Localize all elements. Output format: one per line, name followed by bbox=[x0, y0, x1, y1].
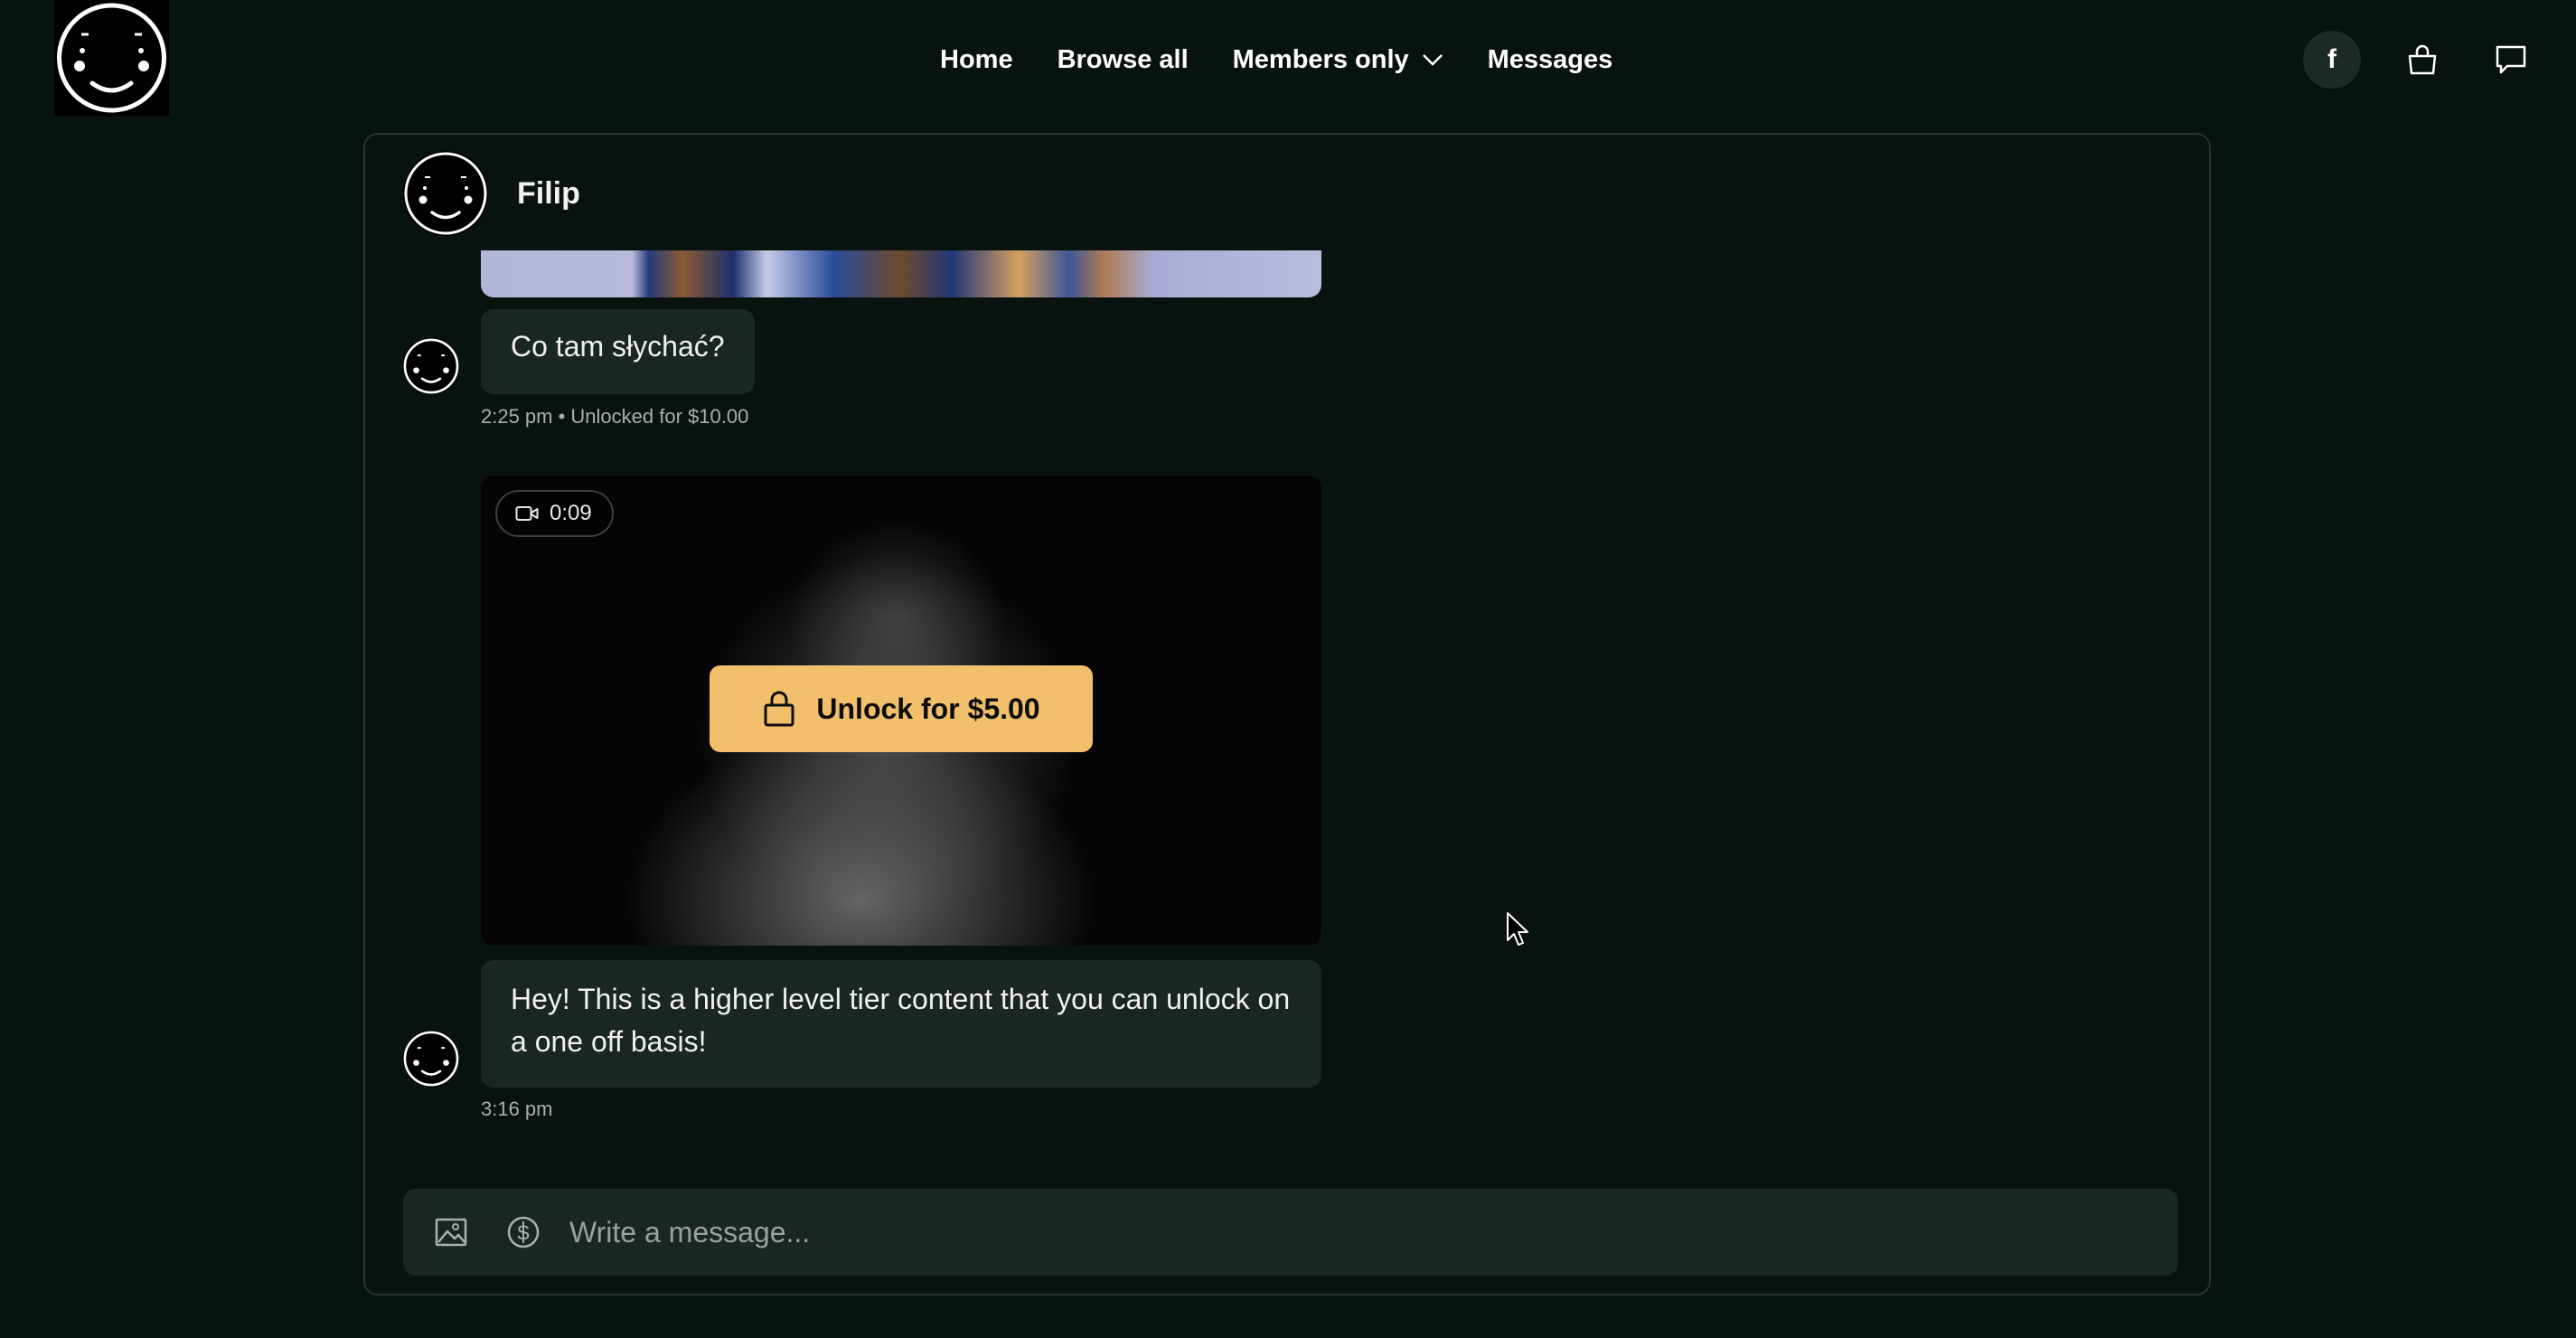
nav-members-only[interactable]: Members only bbox=[1233, 45, 1443, 75]
message-text: Co tam słychać? bbox=[511, 330, 725, 363]
nav-browse-all-label: Browse all bbox=[1057, 44, 1189, 74]
video-duration: 0:09 bbox=[550, 501, 592, 525]
chat-panel: Filip Co tam słychać? 2:25 pm • Unlocked… bbox=[363, 133, 2211, 1296]
message-bubble: Co tam słychać? bbox=[481, 309, 755, 394]
brand-logo[interactable] bbox=[54, 0, 169, 116]
lock-icon bbox=[764, 691, 794, 727]
sender-avatar[interactable] bbox=[403, 338, 459, 394]
chevron-down-icon bbox=[1422, 54, 1443, 66]
mouse-cursor-icon bbox=[1507, 912, 1528, 946]
facebook-icon[interactable]: f bbox=[2303, 31, 2361, 89]
video-camera-icon bbox=[515, 506, 539, 521]
image-upload-icon[interactable] bbox=[434, 1215, 468, 1249]
locked-video-message[interactable]: 0:09 Unlock for $5.00 bbox=[481, 476, 1321, 946]
unlock-button-label: Unlock for $5.00 bbox=[816, 692, 1040, 725]
chat-header: Filip bbox=[403, 151, 580, 236]
contact-name: Filip bbox=[517, 175, 580, 211]
nav-browse-all[interactable]: Browse all bbox=[1058, 45, 1189, 75]
smiley-avatar-icon bbox=[403, 1031, 459, 1087]
message-text: Hey! This is a higher level tier content… bbox=[511, 983, 1291, 1058]
video-duration-badge: 0:09 bbox=[495, 490, 614, 537]
nav-members-only-label: Members only bbox=[1232, 44, 1409, 74]
header-actions: f bbox=[2303, 31, 2538, 89]
chat-icon[interactable] bbox=[2484, 31, 2538, 89]
unlock-button[interactable]: Unlock for $5.00 bbox=[710, 665, 1093, 752]
contact-avatar[interactable] bbox=[403, 151, 488, 236]
main-nav: Home Browse all Members only Messages bbox=[940, 36, 1612, 83]
smiley-avatar-icon bbox=[404, 152, 487, 235]
message-composer: S bbox=[403, 1189, 2178, 1276]
message-bubble: Hey! This is a higher level tier content… bbox=[481, 960, 1321, 1088]
smiley-avatar-icon bbox=[403, 338, 459, 394]
message-input[interactable] bbox=[568, 1214, 2151, 1250]
nav-messages-label: Messages bbox=[1487, 44, 1613, 74]
nav-home-label: Home bbox=[940, 44, 1013, 74]
dollar-icon[interactable]: S bbox=[506, 1215, 541, 1249]
shopping-bag-icon[interactable] bbox=[2395, 31, 2449, 89]
message-meta: 2:25 pm • Unlocked for $10.00 bbox=[481, 405, 749, 428]
image-message-thumbnail[interactable] bbox=[481, 250, 1321, 297]
smiley-logo-icon bbox=[57, 3, 166, 113]
nav-messages[interactable]: Messages bbox=[1488, 45, 1613, 75]
message-meta: 3:16 pm bbox=[481, 1098, 553, 1120]
sender-avatar[interactable] bbox=[403, 1031, 459, 1087]
nav-home[interactable]: Home bbox=[940, 45, 1013, 75]
